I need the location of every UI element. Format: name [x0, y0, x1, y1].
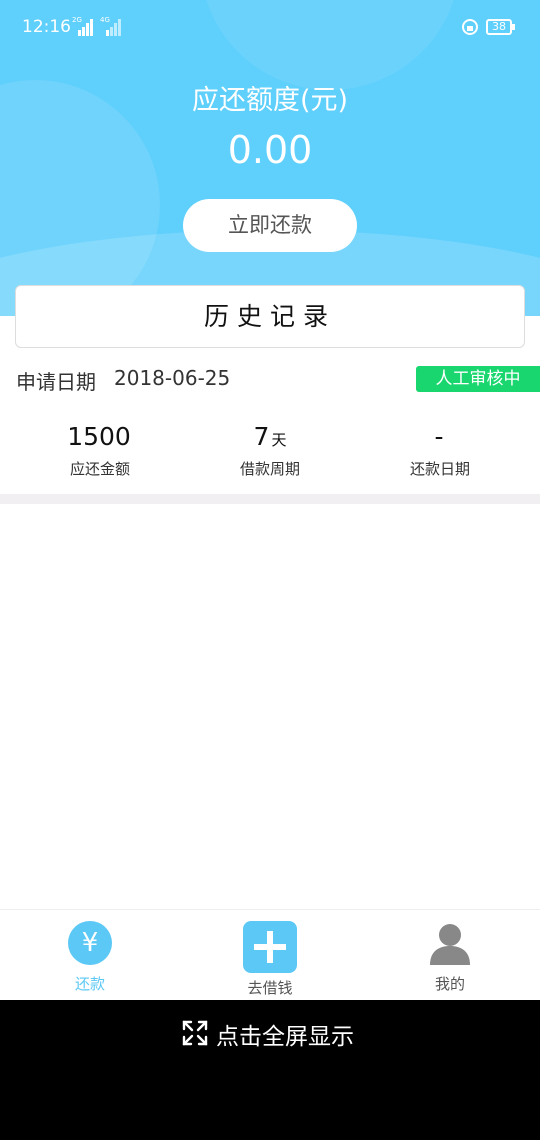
stat-label: 还款日期 — [409, 460, 470, 478]
signal-icon: 2G — [72, 16, 94, 36]
stat-unit: 天 — [271, 431, 287, 449]
stat-label: 借款周期 — [239, 460, 300, 478]
history-title: 历史记录 — [15, 285, 525, 348]
tab-label: 还款 — [74, 975, 105, 993]
status-badge: 人工审核中 — [416, 366, 540, 392]
fullscreen-label: 点击全屏显示 — [216, 1024, 354, 1050]
tab-borrow[interactable]: 去借钱 — [180, 910, 360, 1001]
expand-icon — [182, 1020, 208, 1046]
apply-date-value: 2018-06-25 — [114, 366, 231, 390]
stat-value: - — [434, 422, 444, 451]
stat-loan-period: 7天 借款周期 — [180, 420, 360, 479]
signal-tag: 2G — [72, 16, 82, 24]
status-time: 12:16 — [22, 17, 71, 37]
stat-value: 7 — [253, 422, 270, 451]
signal-icon: 4G — [100, 16, 122, 36]
apply-date-label: 申请日期 — [16, 370, 96, 394]
fullscreen-bar[interactable]: 点击全屏显示 — [0, 1000, 540, 1140]
tab-mine[interactable]: 我的 — [360, 910, 540, 1001]
battery-icon: 38 — [486, 19, 515, 35]
repay-amount-label: 应还额度(元) — [191, 85, 349, 116]
header: 12:16 2G 4G 38 应还额度(元) 0.00 立即还款 — [0, 0, 540, 316]
yen-icon: ¥ — [68, 921, 112, 965]
stat-value: 1500 — [67, 422, 131, 451]
history-record[interactable]: 申请日期 2018-06-25 人工审核中 — [0, 362, 540, 396]
tab-repay[interactable]: ¥ 还款 — [0, 910, 180, 1001]
person-icon — [430, 924, 470, 965]
tab-bar: ¥ 还款 去借钱 我的 — [0, 909, 540, 1001]
repay-amount-value: 0.00 — [227, 128, 313, 172]
stat-repay-date: - 还款日期 — [350, 420, 530, 479]
stat-repay-amount: 1500 应还金额 — [10, 420, 190, 479]
stat-label: 应还金额 — [69, 460, 130, 478]
tab-label: 去借钱 — [247, 979, 293, 997]
plus-icon — [243, 921, 297, 973]
lock-icon — [462, 19, 478, 35]
divider — [0, 494, 540, 504]
signal-tag: 4G — [100, 16, 110, 24]
status-bar: 12:16 2G 4G 38 — [0, 0, 540, 54]
tab-label: 我的 — [434, 975, 465, 993]
repay-now-button[interactable]: 立即还款 — [183, 199, 357, 252]
